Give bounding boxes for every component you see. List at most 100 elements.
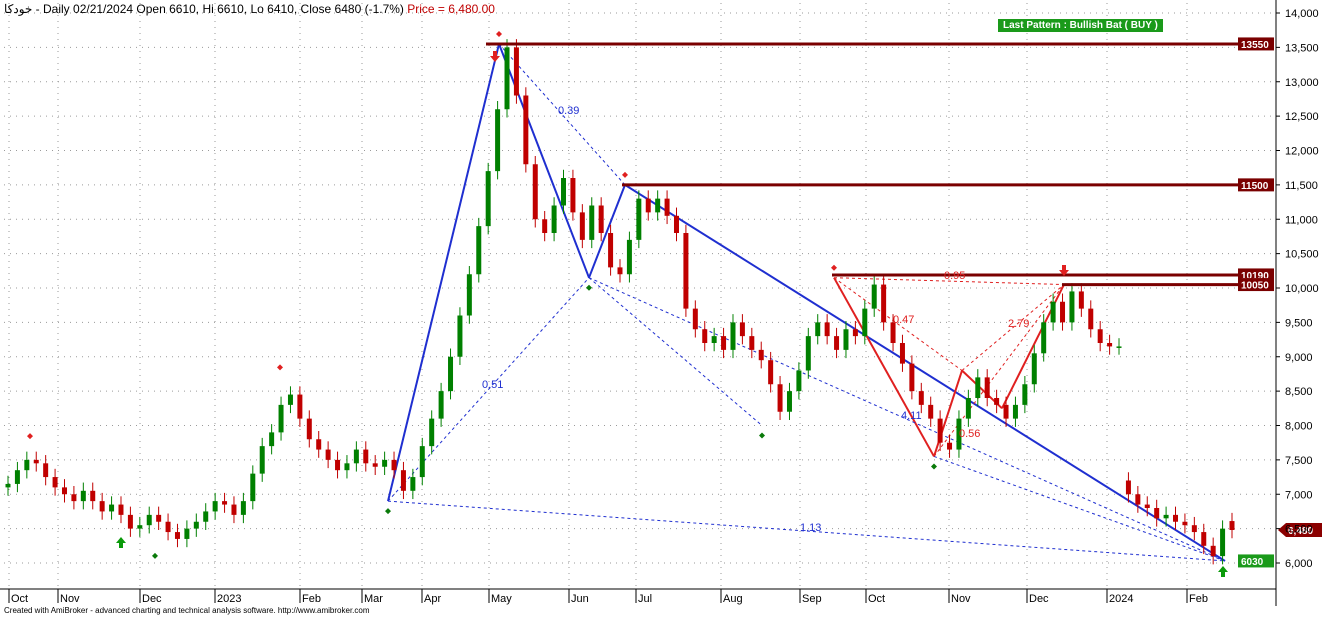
- x-tick-label: Nov: [60, 593, 80, 605]
- candle-body: [391, 459, 397, 471]
- candle-body: [984, 377, 990, 398]
- candle-body: [485, 171, 491, 227]
- swing-marker: [496, 30, 502, 37]
- candle-body: [918, 391, 924, 405]
- candle-body: [928, 404, 934, 419]
- x-tick-label: Feb: [302, 593, 321, 605]
- y-tick-label: 6,000: [1285, 558, 1313, 570]
- y-tick-label: 10,000: [1285, 283, 1319, 295]
- candle-body: [410, 477, 416, 491]
- price-chart: 1355011500101901005060306,480 0.390.511.…: [0, 0, 1322, 606]
- candle-body: [617, 267, 623, 275]
- y-tick-label: 11,500: [1285, 180, 1318, 192]
- candle-body: [579, 212, 585, 240]
- candle-body: [203, 511, 209, 522]
- level-tag-label: 13550: [1241, 40, 1269, 51]
- candle-body: [400, 470, 406, 491]
- price-axis: 14,000 13,500 13,000 12,500 12,000 11,500 11,0…: [1275, 0, 1319, 606]
- y-tick-label: 13,000: [1285, 77, 1319, 89]
- candle-body: [504, 47, 510, 110]
- candle-body: [636, 198, 642, 240]
- ratio-label: 0.95: [944, 270, 965, 282]
- candle-body: [457, 315, 463, 357]
- candle-body: [702, 329, 708, 343]
- candle-body: [90, 490, 96, 502]
- candle-body: [429, 418, 435, 447]
- candle-body: [542, 219, 548, 233]
- candle-body: [721, 336, 727, 350]
- candle-body: [1097, 329, 1103, 343]
- candle-body: [1173, 514, 1179, 522]
- swing-marker: [759, 432, 765, 439]
- candle-body: [1107, 343, 1113, 347]
- candle-body: [316, 439, 322, 450]
- candle-body: [805, 336, 811, 371]
- y-tick-label: 10,500: [1285, 249, 1319, 261]
- candle-body: [1069, 291, 1075, 323]
- pattern-diagonal: [933, 284, 1065, 457]
- ratio-label: 0.51: [482, 379, 503, 391]
- ratio-label: 1.13: [800, 522, 821, 534]
- candle-body: [193, 521, 199, 529]
- level-tag-label: 10050: [1241, 281, 1269, 292]
- pattern-leg: [624, 184, 1226, 562]
- candle-body: [306, 418, 312, 440]
- x-tick-label: Dec: [1029, 593, 1049, 605]
- candle-body: [448, 356, 454, 392]
- candle-body: [965, 398, 971, 419]
- candle-body: [881, 284, 887, 323]
- candle-body: [1220, 528, 1226, 557]
- candle-body: [768, 360, 774, 385]
- candle-body: [278, 404, 284, 433]
- candle-body: [165, 521, 171, 533]
- candle-body: [739, 322, 745, 337]
- candle-body: [1116, 346, 1122, 348]
- candle-body: [1003, 404, 1009, 419]
- candle-body: [382, 459, 388, 467]
- candlestick-series: [5, 39, 1235, 565]
- pattern-diagonal: [588, 277, 763, 426]
- candle-body: [146, 514, 152, 526]
- candle-body: [947, 442, 953, 450]
- candle-body: [1125, 480, 1131, 495]
- x-tick-label: Aug: [723, 593, 743, 605]
- candle-body: [598, 205, 604, 233]
- candle-body: [1229, 521, 1235, 530]
- candle-body: [1144, 504, 1150, 508]
- ratio-label: 0.47: [893, 314, 914, 326]
- candle-body: [730, 322, 736, 350]
- candle-body: [645, 198, 651, 213]
- candle-body: [156, 514, 162, 522]
- swing-marker: [385, 508, 391, 515]
- x-tick-label: Mar: [364, 593, 383, 605]
- candle-body: [1022, 384, 1028, 405]
- swing-markers: [27, 30, 1228, 577]
- x-tick-label: Dec: [142, 593, 162, 605]
- candle-body: [815, 322, 821, 337]
- candle-body: [269, 432, 275, 447]
- candle-body: [1163, 514, 1169, 519]
- pattern-leg: [387, 43, 500, 502]
- candle-body: [438, 391, 444, 419]
- swing-marker: [831, 264, 837, 271]
- level-tag-label: 11500: [1241, 181, 1269, 192]
- candle-body: [1031, 353, 1037, 385]
- swing-marker: [586, 284, 592, 291]
- swing-marker: [622, 171, 628, 178]
- candle-body: [777, 384, 783, 412]
- candle-body: [33, 459, 39, 464]
- candle-body: [1012, 404, 1018, 419]
- x-tick-label: Apr: [424, 593, 441, 605]
- candle-body: [476, 226, 482, 275]
- candle-body: [570, 178, 576, 213]
- candle-body: [1135, 494, 1141, 505]
- candle-body: [137, 525, 143, 529]
- candle-body: [231, 504, 237, 515]
- ratio-label: 2.79: [1008, 318, 1029, 330]
- candle-body: [259, 446, 265, 474]
- y-tick-label: 9,500: [1285, 317, 1313, 329]
- candle-body: [1201, 532, 1207, 546]
- candle-body: [994, 398, 1000, 405]
- candle-body: [749, 336, 755, 350]
- candle-body: [419, 446, 425, 478]
